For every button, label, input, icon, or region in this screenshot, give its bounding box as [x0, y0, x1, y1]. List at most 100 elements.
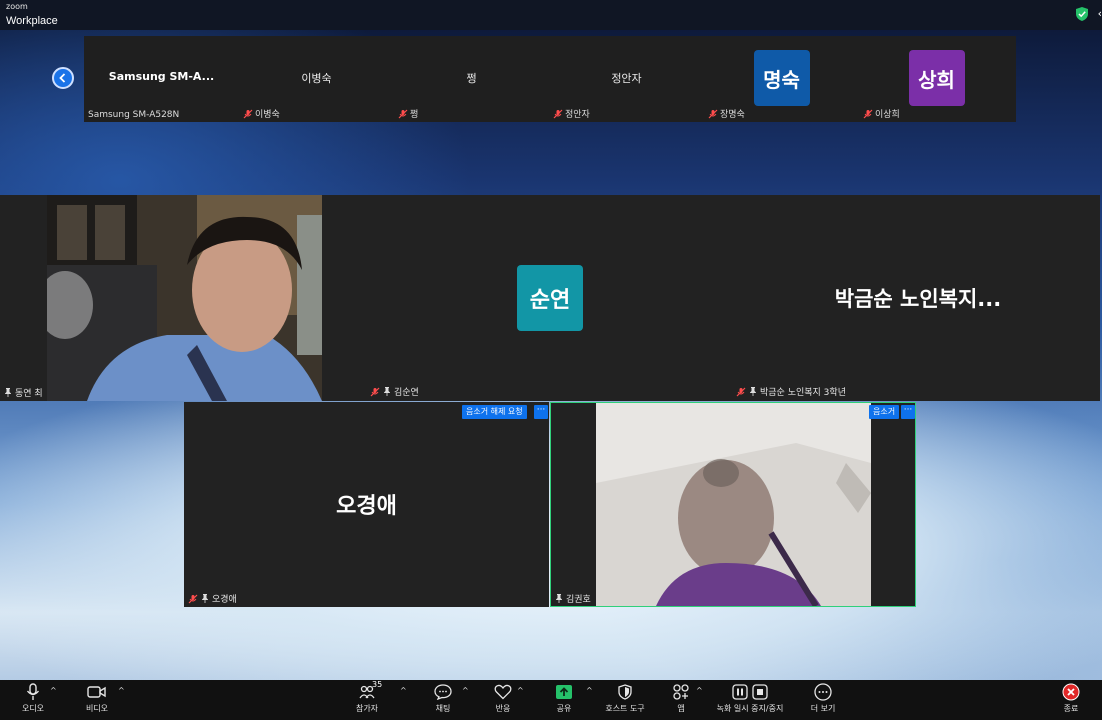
participant-label-text: 장명숙 [720, 110, 745, 120]
logo-main-text: Workplace [6, 15, 58, 27]
reactions-label: 반응 [495, 704, 511, 713]
participant-tile[interactable]: 정안자 정안자 [549, 36, 704, 122]
chevron-up-icon[interactable]: ^ [50, 686, 57, 695]
request-unmute-tag[interactable]: 음소거 해제 요청 [462, 405, 527, 419]
more-options-button[interactable]: ··· [901, 405, 915, 419]
more-button[interactable]: 더 보기 [808, 682, 838, 718]
participant-label: 김권호 [555, 592, 591, 605]
participant-label: 쩡 [398, 107, 418, 120]
participant-video[interactable] [47, 195, 322, 401]
chevron-up-icon[interactable]: ^ [118, 686, 125, 695]
participant-row-main: 동연 최 순연 김순연 박금순 노인복지... 박금순 노인복지 3학년 [0, 195, 1100, 401]
participant-label-text: 정안자 [565, 110, 590, 120]
video-button[interactable]: 비디오 [82, 682, 112, 718]
participant-tile-active-speaker[interactable]: 음소거 ··· 김권호 [550, 402, 916, 607]
close-icon [1062, 682, 1080, 702]
microphone-icon [26, 682, 40, 702]
chat-button[interactable]: 채팅 [428, 682, 458, 718]
participant-tile[interactable]: 명숙 장명숙 [704, 36, 859, 122]
more-horizontal-icon [814, 682, 832, 702]
recording-controls-button[interactable]: 녹화 일시 중지/중지 [712, 682, 788, 718]
participant-name: 정안자 [611, 72, 642, 85]
video-camera-icon [87, 682, 107, 702]
chevron-up-icon[interactable]: ^ [462, 686, 469, 695]
participant-strip: Samsung SM-A... Samsung SM-A528N 이병숙 이병숙… [84, 36, 1016, 122]
participant-name: 오경애 [336, 494, 397, 519]
participant-tile[interactable]: 이병숙 이병숙 [239, 36, 394, 122]
participant-label: 장명숙 [708, 107, 745, 120]
participant-label: 이병숙 [243, 107, 280, 120]
participant-label: 이상희 [863, 107, 900, 120]
chevron-up-icon[interactable]: ^ [400, 686, 407, 695]
audio-button[interactable]: 오디오 [18, 682, 48, 718]
mic-muted-icon [243, 109, 253, 118]
reactions-button[interactable]: 반응 [488, 682, 518, 718]
participant-tile[interactable]: 쩡 쩡 [394, 36, 549, 122]
participants-icon: 35 [350, 680, 384, 702]
title-bar: zoom Workplace ‹ [0, 0, 1102, 30]
host-tools-label: 호스트 도구 [605, 704, 645, 713]
participant-video [596, 403, 871, 606]
participant-avatar: 상희 [908, 50, 965, 106]
mic-muted-icon [863, 109, 873, 118]
apps-label: 앱 [677, 704, 685, 713]
more-options-button[interactable]: ··· [534, 405, 548, 419]
participant-label-text: 이상희 [875, 110, 900, 120]
shield-icon [618, 682, 632, 702]
participant-label-text: 오경애 [212, 595, 237, 605]
chevron-left-icon[interactable]: ‹ [1098, 7, 1102, 20]
end-label: 종료 [1063, 704, 1079, 713]
logo-small-text: zoom [6, 2, 28, 11]
stop-icon[interactable] [752, 684, 768, 700]
participant-name: 이병숙 [301, 72, 332, 85]
host-tools-button[interactable]: 호스트 도구 [602, 682, 648, 718]
participant-name: 박금순 노인복지... [834, 287, 1002, 311]
security-shield-icon[interactable] [1076, 7, 1088, 21]
pin-icon [384, 387, 390, 396]
chevron-up-icon[interactable]: ^ [696, 686, 703, 695]
video-label: 비디오 [85, 704, 109, 713]
chevron-left-icon [59, 73, 66, 83]
more-label: 더 보기 [810, 704, 836, 713]
pin-icon [202, 594, 208, 603]
muted-tag[interactable]: 음소거 [869, 405, 900, 419]
apps-icon [672, 682, 690, 702]
participant-tile[interactable]: Samsung SM-A... Samsung SM-A528N [84, 36, 239, 122]
recording-icons [732, 682, 768, 702]
participant-label: Samsung SM-A528N [88, 110, 179, 120]
chevron-up-icon[interactable]: ^ [586, 686, 593, 695]
recording-label: 녹화 일시 중지/중지 [716, 704, 784, 713]
participant-tile[interactable]: 음소거 해제 요청 ··· 오경애 오경애 [184, 402, 549, 607]
share-button[interactable]: 공유 [549, 682, 579, 718]
mic-muted-icon [370, 387, 380, 396]
previous-page-button[interactable] [52, 67, 74, 89]
end-meeting-button[interactable]: 종료 [1058, 682, 1084, 718]
participant-label: 정안자 [553, 107, 590, 120]
video-feed-image [47, 195, 322, 401]
mic-muted-icon [398, 109, 408, 118]
participants-button[interactable]: 35 참가자 [350, 680, 384, 718]
participant-tile[interactable]: 순연 김순연 [322, 195, 777, 401]
audio-label: 오디오 [21, 704, 45, 713]
participant-tile[interactable]: 박금순 노인복지... 박금순 노인복지 3학년 [736, 195, 1100, 401]
apps-button[interactable]: 앱 [666, 682, 696, 718]
pin-icon [556, 594, 562, 603]
participants-count: 35 [372, 680, 383, 689]
participant-tile[interactable]: 상희 이상희 [859, 36, 1014, 122]
pause-icon[interactable] [732, 684, 748, 700]
zoom-logo: zoom Workplace [6, 3, 58, 27]
participant-label-text: 쩡 [410, 110, 419, 120]
heart-icon [494, 682, 512, 702]
pin-icon [750, 387, 756, 396]
participant-label-text: Samsung SM-A528N [88, 110, 180, 120]
mic-muted-icon [736, 387, 746, 396]
participant-name: 쩡 [466, 72, 477, 85]
participant-avatar: 명숙 [753, 50, 810, 106]
mic-muted-icon [188, 594, 198, 603]
participant-avatar: 순연 [517, 265, 583, 331]
chevron-up-icon[interactable]: ^ [517, 686, 524, 695]
pin-icon [5, 388, 11, 397]
participant-label-text: 이병숙 [255, 110, 280, 120]
chat-icon [434, 682, 452, 702]
participants-label: 참가자 [355, 704, 379, 713]
